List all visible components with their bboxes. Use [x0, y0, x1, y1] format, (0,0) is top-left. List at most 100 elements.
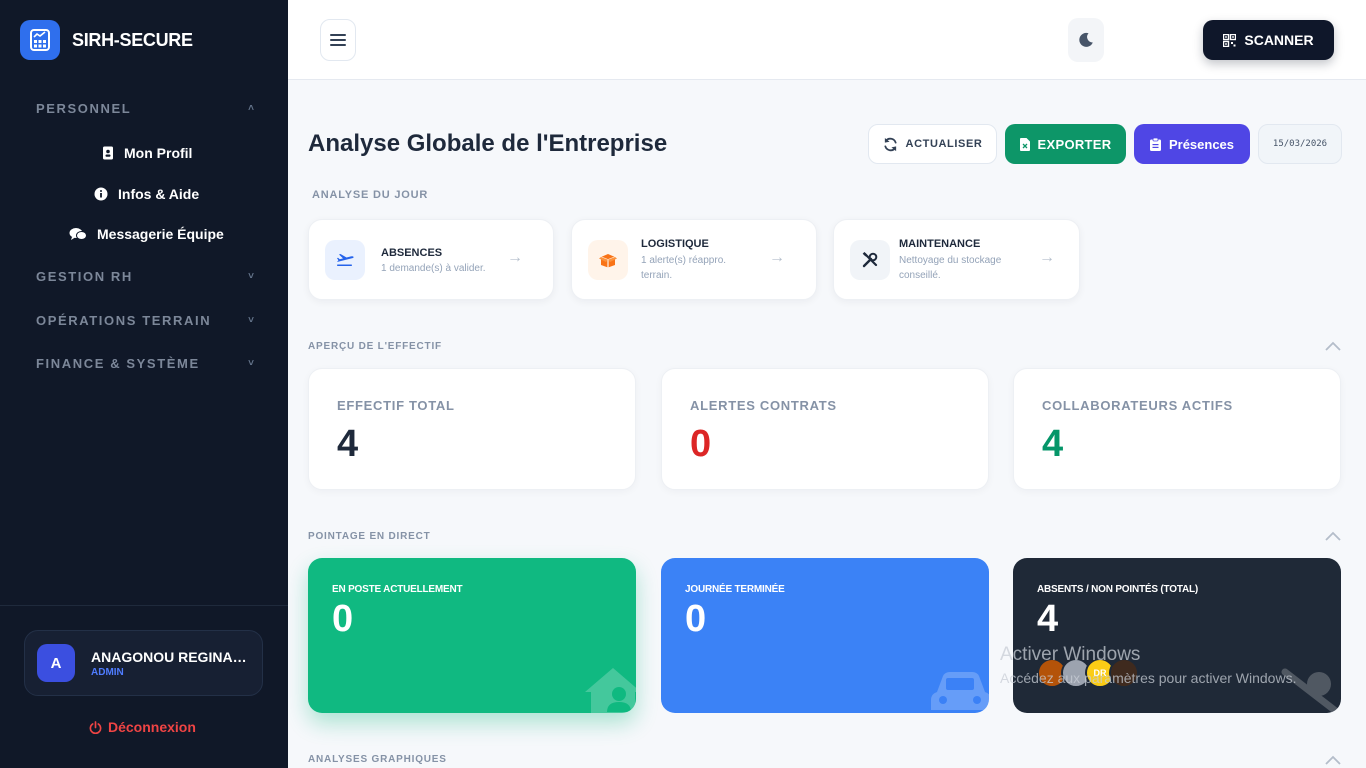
live-card-en-poste[interactable]: EN POSTE ACTUELLEMENT 0 [308, 558, 636, 713]
nav-section-label: GESTION RH [36, 269, 133, 284]
stat-value: 0 [690, 423, 712, 465]
tools-icon [850, 240, 890, 280]
sidebar-divider [0, 605, 288, 606]
section-label-daily: ANALYSE DU JOUR [312, 189, 429, 201]
live-card-journee-terminee[interactable]: JOURNÉE TERMINÉE 0 [661, 558, 989, 713]
sidebar-item-mon-profil[interactable]: Mon Profil [102, 145, 192, 161]
live-value: 0 [332, 598, 354, 640]
theme-toggle-button[interactable] [1068, 18, 1104, 62]
sidebar-item-label: Messagerie Équipe [97, 226, 224, 242]
brand-name: SIRH-SECURE [72, 29, 193, 50]
info-card-desc-line2: conseillé. [899, 270, 941, 281]
export-label: EXPORTER [1037, 136, 1112, 152]
chevron-down-icon: ˅ [248, 358, 254, 369]
info-card-desc-line2: terrain. [641, 270, 673, 281]
stat-card-alertes-contrats: ALERTES CONTRATS 0 [661, 368, 989, 490]
scanner-label: SCANNER [1244, 32, 1314, 48]
info-card-title: MAINTENANCE [899, 238, 981, 250]
logout-label: Déconnexion [108, 719, 196, 735]
user-card[interactable]: A ANAGONOU REGINALD ADMIN [24, 630, 263, 696]
watermark-subtitle: Accédez aux paramètres pour activer Wind… [1000, 670, 1297, 686]
nav-section-gestion-rh[interactable]: GESTION RH ˅ [36, 269, 254, 284]
car-icon [931, 672, 989, 710]
live-value: 0 [685, 598, 707, 640]
section-label-overview: APERÇU DE L'EFFECTIF [308, 341, 442, 352]
moon-icon [1079, 32, 1093, 47]
arrow-right-icon: → [507, 249, 523, 266]
refresh-icon [884, 137, 897, 151]
info-card-desc-line1: Nettoyage du stockage [899, 255, 1002, 266]
plane-icon [325, 240, 365, 280]
user-name: ANAGONOU REGINALD [91, 648, 247, 665]
live-card-absents[interactable]: ABSENTS / NON POINTÉS (TOTAL) 4 DR [1013, 558, 1341, 713]
sidebar: SIRH-SECURE PERSONNEL ˄ Mon Profil Infos… [0, 0, 288, 768]
info-card-logistique[interactable]: LOGISTIQUE 1 alerte(s) réappro. terrain.… [571, 219, 817, 300]
menu-toggle-button[interactable] [320, 19, 356, 61]
topbar: SCANNER [288, 0, 1366, 80]
section-label-live: POINTAGE EN DIRECT [308, 531, 431, 542]
scanner-button[interactable]: SCANNER [1203, 20, 1334, 60]
presences-label: Présences [1168, 136, 1235, 152]
info-card-title: LOGISTIQUE [641, 238, 709, 250]
info-card-title: ABSENCES [381, 247, 443, 259]
info-card-absences[interactable]: ABSENCES 1 demande(s) à valider. → [308, 219, 554, 300]
house-user-icon [585, 668, 636, 713]
brand[interactable]: SIRH-SECURE [20, 20, 193, 60]
sidebar-item-label: Mon Profil [124, 145, 193, 161]
sidebar-item-messagerie[interactable]: Messagerie Équipe [69, 226, 224, 242]
stat-label: COLLABORATEURS ACTIFS [1042, 398, 1233, 413]
info-circle-icon [94, 187, 108, 201]
logout-button[interactable]: Déconnexion [89, 719, 196, 735]
power-icon [89, 720, 102, 734]
chevron-up-icon[interactable] [1325, 338, 1341, 354]
nav-section-operations-terrain[interactable]: OPÉRATIONS TERRAIN ˅ [36, 313, 254, 328]
refresh-label: ACTUALISER [905, 138, 983, 150]
stat-card-effectif-total: EFFECTIF TOTAL 4 [308, 368, 636, 490]
nav-section-finance-systeme[interactable]: FINANCE & SYSTÈME ˅ [36, 356, 254, 371]
windows-activation-watermark: Activer Windows Accédez aux paramètres p… [1000, 644, 1296, 686]
chevron-down-icon: ˅ [248, 315, 254, 326]
presences-button[interactable]: Présences [1134, 124, 1250, 164]
page-title: Analyse Globale de l'Entreprise [308, 130, 668, 157]
info-card-maintenance[interactable]: MAINTENANCE Nettoyage du stockage consei… [833, 219, 1080, 300]
chevron-down-icon: ˅ [248, 271, 254, 282]
live-label: EN POSTE ACTUELLEMENT [332, 584, 463, 595]
id-badge-icon [103, 146, 113, 160]
avatar: A [37, 644, 75, 682]
date-value: 15/03/2026 [1272, 139, 1328, 149]
chevron-up-icon: ˄ [248, 103, 254, 114]
sidebar-item-infos-aide[interactable]: Infos & Aide [94, 186, 199, 202]
nav-section-personnel[interactable]: PERSONNEL ˄ [36, 101, 254, 116]
sidebar-item-label: Infos & Aide [118, 186, 200, 202]
arrow-right-icon: → [1039, 249, 1055, 266]
nav-section-label: FINANCE & SYSTÈME [36, 356, 200, 371]
refresh-button[interactable]: ACTUALISER [868, 124, 997, 164]
stat-value: 4 [337, 423, 359, 465]
stat-card-collaborateurs-actifs: COLLABORATEURS ACTIFS 4 [1013, 368, 1341, 490]
section-label-charts: ANALYSES GRAPHIQUES [308, 754, 447, 765]
live-label: ABSENTS / NON POINTÉS (TOTAL) [1037, 584, 1199, 595]
watermark-title: Activer Windows [1000, 644, 1141, 665]
file-excel-icon [1019, 137, 1030, 151]
stat-value: 4 [1042, 423, 1064, 465]
box-icon [588, 240, 628, 280]
info-card-desc: 1 demande(s) à valider. [381, 263, 486, 274]
live-value: 4 [1037, 598, 1059, 640]
nav-section-label: OPÉRATIONS TERRAIN [36, 313, 212, 328]
chevron-up-icon[interactable] [1325, 528, 1341, 544]
chevron-up-icon[interactable] [1325, 752, 1341, 768]
export-button[interactable]: EXPORTER [1005, 124, 1126, 164]
hamburger-icon [330, 34, 346, 46]
stat-label: ALERTES CONTRATS [690, 398, 837, 413]
nav-section-label: PERSONNEL [36, 101, 132, 116]
stat-label: EFFECTIF TOTAL [337, 398, 455, 413]
user-role: ADMIN [91, 666, 124, 678]
info-card-desc-line1: 1 alerte(s) réappro. [641, 255, 727, 266]
qr-code-icon [1223, 33, 1237, 47]
chat-bubbles-icon [69, 228, 87, 240]
clipboard-icon [1149, 137, 1161, 151]
date-display[interactable]: 15/03/2026 [1258, 124, 1342, 164]
live-label: JOURNÉE TERMINÉE [685, 584, 785, 595]
arrow-right-icon: → [769, 249, 785, 266]
brand-logo-icon [20, 20, 60, 60]
